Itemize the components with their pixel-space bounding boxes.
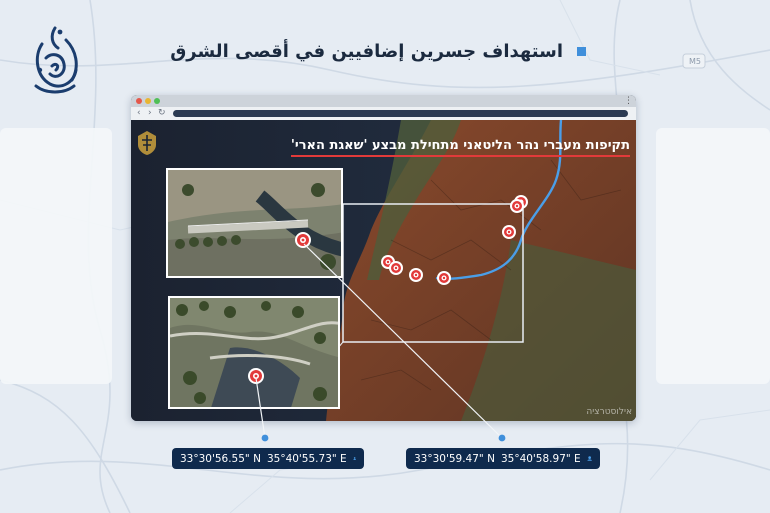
- browser-toolbar: ‹ › ↻: [131, 107, 636, 120]
- kebab-menu-icon[interactable]: ⋮: [624, 96, 633, 106]
- location-pin-icon: [587, 456, 592, 461]
- side-map-panel-left: [0, 128, 112, 384]
- longitude-left: 35°40'55.73" E: [266, 452, 347, 465]
- video-frame: תקיפות מעברי נהר הליטאני מתחילת מבצע 'שא…: [131, 120, 636, 421]
- headline: استهداف جسرين إضافيين في أقصى الشرق: [170, 36, 586, 66]
- video-title: תקיפות מעברי נהר הליטאני מתחילת מבצע 'שא…: [290, 138, 630, 157]
- latitude-right: 33°30'59.47" N: [414, 452, 495, 465]
- latitude-left: 33°30'56.55" N: [180, 452, 261, 465]
- side-map-panel-right: [656, 128, 770, 384]
- longitude-right: 35°40'58.97" E: [500, 452, 581, 465]
- road-sign-label: M5: [689, 57, 701, 66]
- minimize-window-button[interactable]: [145, 98, 151, 104]
- window-titlebar: ⋮: [131, 95, 636, 107]
- idf-emblem-icon: [138, 131, 156, 155]
- address-bar[interactable]: [173, 110, 628, 117]
- headline-text: استهداف جسرين إضافيين في أقصى الشرق: [170, 40, 563, 62]
- square-bullet-icon: [577, 46, 586, 56]
- close-window-button[interactable]: [136, 98, 142, 104]
- maximize-window-button[interactable]: [154, 98, 160, 104]
- bridge-inset-bottom: [168, 296, 340, 409]
- bridge-inset-top: [166, 168, 343, 278]
- al-jazeera-logo: [34, 26, 78, 94]
- back-button[interactable]: ‹: [137, 107, 141, 120]
- illustration-watermark: אילוסטרציה: [586, 407, 632, 417]
- forward-button[interactable]: ›: [148, 107, 152, 120]
- reload-button[interactable]: ↻: [158, 107, 166, 120]
- coordinate-badge-right: 33°30'59.47" N 35°40'58.97" E: [406, 448, 600, 469]
- browser-window: ⋮ ‹ › ↻ תקיפות מעברי נהר הליטאני מתחילת …: [131, 95, 636, 421]
- location-pin-icon: [352, 457, 356, 460]
- coordinate-badge-left: 33°30'56.55" N 35°40'55.73" E: [172, 448, 364, 469]
